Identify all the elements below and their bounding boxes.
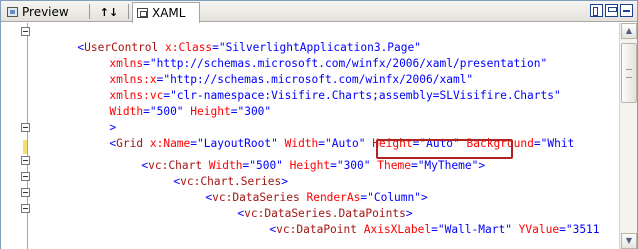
attribute-name: Height xyxy=(282,159,331,172)
tab-xaml[interactable]: XAML xyxy=(132,2,200,23)
equals-sign: = xyxy=(143,105,150,118)
collapse-icon[interactable] xyxy=(21,188,30,197)
collapse-icon[interactable] xyxy=(21,204,30,213)
collapse-icon[interactable] xyxy=(21,27,30,36)
element-name: vc:DataPoint xyxy=(276,223,357,236)
scrollbar-thumb[interactable] xyxy=(621,43,637,103)
attribute-name: YValue xyxy=(511,223,560,236)
code-line-5: Width="500" Height="300" xyxy=(69,88,271,118)
code-line-10: <vc:DataSeries RenderAs="Column"> xyxy=(165,174,427,204)
tab-xaml-label: XAML xyxy=(152,6,186,20)
attribute-value: "500" xyxy=(149,105,184,118)
equals-sign: = xyxy=(533,137,541,150)
tag-close-bracket: > xyxy=(421,191,428,204)
vertical-split-icon[interactable] xyxy=(590,4,603,17)
equals-sign: = xyxy=(431,223,438,236)
collapse-icon[interactable] xyxy=(21,123,30,132)
attribute-value: "3511 xyxy=(565,223,600,236)
tab-separator xyxy=(89,4,90,19)
theme-attribute-value: "MyTheme" xyxy=(417,159,479,172)
attribute-value: "300" xyxy=(336,159,371,172)
code-editor[interactable]: <UserControl x:Class="SilverlightApplica… xyxy=(1,23,619,249)
collapse-icon[interactable] xyxy=(21,172,30,181)
xaml-icon xyxy=(137,8,148,18)
fold-gutter-line xyxy=(27,23,28,249)
vertical-scrollbar[interactable]: ▲ ▼ xyxy=(619,23,637,249)
code-line-11: <vc:DataSeries.DataPoints> xyxy=(197,190,412,220)
code-line-3: xmlns:x="http://schemas.microsoft.com/wi… xyxy=(69,56,473,86)
scroll-down-arrow-icon[interactable]: ▼ xyxy=(621,233,637,249)
equals-sign: = xyxy=(330,159,337,172)
tab-strip: Preview ↑↓ XAML xyxy=(1,1,637,23)
attribute-name: Height xyxy=(190,105,231,118)
attribute-value: "Wall-Mart" xyxy=(437,223,512,236)
code-line-9: <vc:Chart.Series> xyxy=(133,158,288,188)
code-line-6: > xyxy=(69,104,116,134)
equals-sign: = xyxy=(410,159,418,172)
code-line-12: <vc:DataPoint AxisXLabel="Wall-Mart" YVa… xyxy=(229,206,599,236)
theme-attribute-highlight xyxy=(376,139,513,159)
preview-icon xyxy=(7,7,18,17)
swap-arrows-icon: ↑↓ xyxy=(99,5,119,19)
pane-layout-buttons xyxy=(590,4,633,17)
tab-preview-label: Preview xyxy=(22,5,69,19)
tag-close-bracket: > xyxy=(478,159,486,172)
theme-attribute-name: Theme xyxy=(370,159,411,172)
horizontal-split-icon[interactable] xyxy=(605,4,618,17)
attribute-name: AxisXLabel xyxy=(357,223,432,236)
xaml-editor-window: Preview ↑↓ XAML <UserControl x:Class="Si… xyxy=(0,0,638,249)
tab-separator xyxy=(128,4,129,19)
code-line-1: <UserControl x:Class="SilverlightApplica… xyxy=(37,24,421,54)
tab-preview[interactable]: Preview xyxy=(3,2,87,22)
attribute-value: "300" xyxy=(237,105,272,118)
code-line-2: xmlns="http://schemas.microsoft.com/winf… xyxy=(69,40,547,70)
collapse-pane-icon[interactable] xyxy=(620,4,633,17)
attribute-value: "Whit xyxy=(540,137,575,150)
equals-sign: = xyxy=(559,223,566,236)
changed-line-marker xyxy=(23,140,27,154)
code-line-7: <Grid x:Name="LayoutRoot" Width="Auto" H… xyxy=(69,120,574,150)
code-line-4: xmlns:vc="clr-namespace:Visifire.Charts;… xyxy=(69,72,560,102)
scroll-up-arrow-icon[interactable]: ▲ xyxy=(621,23,637,39)
collapse-icon[interactable] xyxy=(21,156,30,165)
swap-panes-button[interactable]: ↑↓ xyxy=(93,2,125,22)
